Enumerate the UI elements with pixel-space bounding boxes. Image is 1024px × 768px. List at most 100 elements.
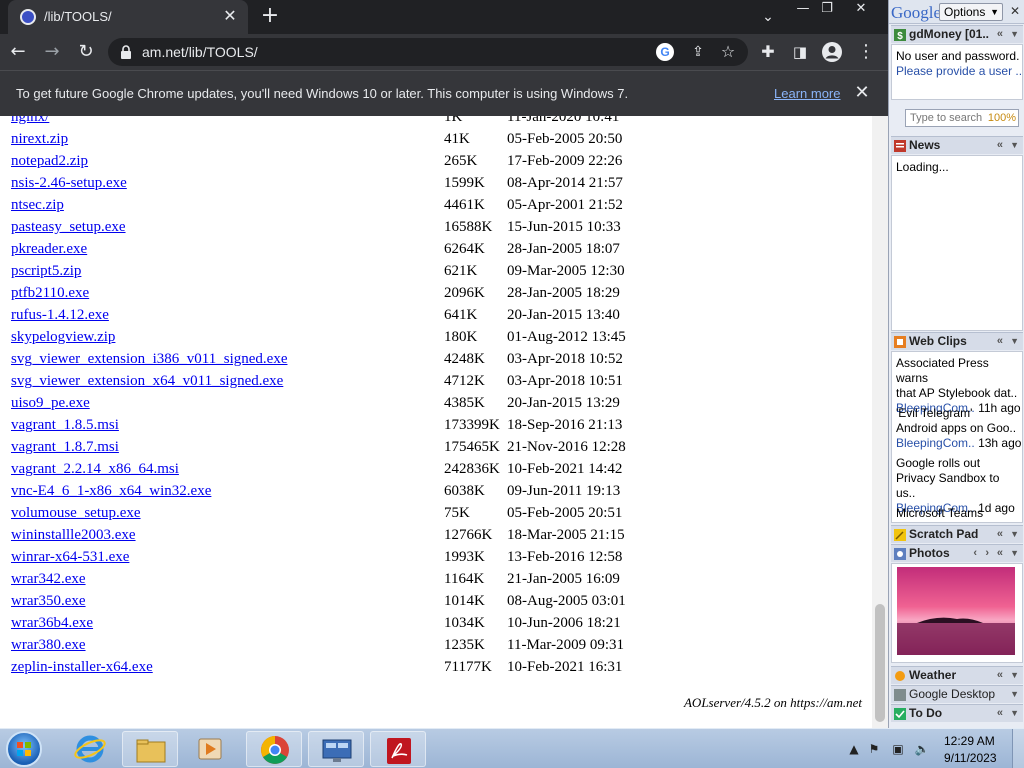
- file-date: 21-Jan-2005 16:09: [507, 571, 620, 587]
- tab-active[interactable]: /lib/TOOLS/ ✕: [8, 0, 248, 34]
- chrome-taskbar-button[interactable]: [246, 731, 302, 767]
- file-link[interactable]: svg_viewer_extension_x64_v011_signed.exe: [11, 373, 283, 390]
- sunset-photo[interactable]: [897, 567, 1015, 655]
- file-link[interactable]: winrar-x64-531.exe: [11, 549, 129, 566]
- options-label: Options: [944, 5, 986, 19]
- update-infobar: To get future Google Chrome updates, you…: [0, 70, 888, 116]
- next-photo-icon[interactable]: ›: [985, 545, 989, 562]
- side-panel-icon[interactable]: ◨: [788, 40, 812, 64]
- desktop-search-input[interactable]: Type to search 100%: [905, 109, 1019, 127]
- file-link[interactable]: wrar380.exe: [11, 637, 86, 654]
- file-link[interactable]: rufus-1.4.12.exe: [11, 307, 109, 324]
- google-desktop-gadget-title[interactable]: Google Desktop ▼: [891, 685, 1023, 703]
- file-link[interactable]: nginx/: [11, 116, 49, 126]
- collapse-chevron-icon[interactable]: «: [997, 333, 1003, 350]
- file-link[interactable]: pscript5.zip: [11, 263, 81, 280]
- sidebar-close-icon[interactable]: ✕: [1007, 3, 1023, 19]
- learn-more-link[interactable]: Learn more: [774, 86, 840, 101]
- new-tab-button[interactable]: +: [258, 4, 282, 28]
- clock-date[interactable]: 9/11/2023: [944, 751, 997, 765]
- gadget-menu-icon[interactable]: ▼: [1010, 137, 1019, 154]
- address-bar[interactable]: am.net/lib/TOOLS/ G ⇪ ☆: [108, 38, 748, 66]
- file-explorer-button[interactable]: [122, 731, 178, 767]
- gadget-menu-icon[interactable]: ▼: [1010, 705, 1019, 722]
- file-link[interactable]: svg_viewer_extension_i386_v011_signed.ex…: [11, 351, 287, 368]
- scratch-pad-gadget-title[interactable]: Scratch Pad « ▼: [891, 525, 1023, 543]
- file-link[interactable]: pkreader.exe: [11, 241, 87, 258]
- close-window-button[interactable]: ✕: [846, 0, 876, 18]
- provide-user-link[interactable]: Please provide a user ..: [896, 64, 1022, 78]
- weather-gadget-title[interactable]: Weather « ▼: [891, 666, 1023, 684]
- share-icon[interactable]: ⇪: [688, 42, 708, 62]
- tab-search-chevron-icon[interactable]: ⌄: [757, 6, 779, 28]
- page-scrollbar[interactable]: [872, 116, 888, 728]
- file-link[interactable]: notepad2.zip: [11, 153, 88, 170]
- file-link[interactable]: ntsec.zip: [11, 197, 64, 214]
- collapse-chevron-icon[interactable]: «: [997, 526, 1003, 543]
- collapse-chevron-icon[interactable]: «: [997, 667, 1003, 684]
- file-link[interactable]: nsis-2.46-setup.exe: [11, 175, 127, 192]
- forward-button[interactable]: →: [40, 40, 64, 64]
- file-link[interactable]: vnc-E4_6_1-x86_x64_win32.exe: [11, 483, 211, 500]
- gadget-menu-icon[interactable]: ▼: [1010, 26, 1019, 43]
- action-center-flag-icon[interactable]: ⚑: [866, 741, 882, 757]
- collapse-chevron-icon[interactable]: «: [997, 545, 1003, 562]
- file-link[interactable]: uiso9_pe.exe: [11, 395, 90, 412]
- google-lens-icon[interactable]: G: [656, 43, 674, 61]
- file-link[interactable]: wrar350.exe: [11, 593, 86, 610]
- extensions-puzzle-icon[interactable]: ✚: [756, 40, 780, 64]
- pdf-reader-button[interactable]: [370, 731, 426, 767]
- file-link[interactable]: wrar342.exe: [11, 571, 86, 588]
- gadget-menu-icon[interactable]: ▼: [1010, 545, 1019, 562]
- infobar-close-icon[interactable]: ✕: [852, 83, 872, 103]
- tab-close-icon[interactable]: ✕: [220, 6, 240, 26]
- file-link[interactable]: wrar36b4.exe: [11, 615, 93, 632]
- media-player-button[interactable]: [182, 731, 238, 767]
- menu-kebab-icon[interactable]: ⋮: [854, 40, 878, 64]
- todo-gadget-title[interactable]: To Do « ▼: [891, 704, 1023, 722]
- table-row: pasteasy_setup.exe 16588K 15-Jun-2015 10:3…: [0, 217, 872, 239]
- gadget-menu-icon[interactable]: ▼: [1010, 667, 1019, 684]
- network-icon[interactable]: ▣: [890, 741, 906, 757]
- file-link[interactable]: vagrant_1.8.7.msi: [11, 439, 119, 456]
- zoom-level: 100%: [987, 112, 1016, 124]
- reload-button[interactable]: ↻: [74, 40, 98, 64]
- previous-photo-icon[interactable]: ‹: [973, 545, 977, 562]
- start-button[interactable]: [6, 731, 42, 767]
- gadget-menu-icon[interactable]: ▼: [1010, 526, 1019, 543]
- scrollbar-thumb[interactable]: [875, 604, 885, 722]
- photos-gadget-title[interactable]: Photos ‹ › « ▼: [891, 544, 1023, 562]
- sidebar-header: Google Options ▼ ✕: [889, 0, 1024, 24]
- collapse-chevron-icon[interactable]: «: [997, 26, 1003, 43]
- file-link[interactable]: nirext.zip: [11, 131, 68, 148]
- news-gadget-title[interactable]: News « ▼: [891, 136, 1023, 154]
- file-link[interactable]: vagrant_2.2.14_x86_64.msi: [11, 461, 179, 478]
- web-clip-item[interactable]: Microsoft Teams: [896, 506, 1022, 521]
- web-clips-gadget-title[interactable]: Web Clips « ▼: [891, 332, 1023, 350]
- lock-icon: [121, 45, 131, 59]
- web-clip-item[interactable]: 'Evil Telegram' Android apps on Goo.. Bl…: [896, 406, 1022, 451]
- gadget-menu-icon[interactable]: ▼: [1010, 333, 1019, 350]
- collapse-chevron-icon[interactable]: «: [997, 137, 1003, 154]
- gdmoney-gadget-title[interactable]: $ gdMoney [01.. « ▼: [891, 25, 1023, 43]
- volume-muted-icon[interactable]: 🔈: [914, 741, 930, 757]
- file-link[interactable]: ptfb2110.exe: [11, 285, 89, 302]
- remote-desktop-button[interactable]: [308, 731, 364, 767]
- internet-explorer-button[interactable]: [62, 731, 118, 767]
- show-desktop-button[interactable]: [1012, 729, 1024, 768]
- file-link[interactable]: volumouse_setup.exe: [11, 505, 141, 522]
- show-hidden-icons-icon[interactable]: ▲: [846, 741, 862, 757]
- options-button[interactable]: Options ▼: [939, 3, 1003, 21]
- back-button[interactable]: ←: [6, 40, 30, 64]
- clock-time[interactable]: 12:29 AM: [944, 734, 995, 748]
- file-link[interactable]: wininstallle2003.exe: [11, 527, 136, 544]
- file-link[interactable]: pasteasy_setup.exe: [11, 219, 126, 236]
- profile-avatar-icon[interactable]: [820, 40, 844, 64]
- collapse-chevron-icon[interactable]: «: [997, 705, 1003, 722]
- file-link[interactable]: skypelogview.zip: [11, 329, 115, 346]
- file-link[interactable]: vagrant_1.8.5.msi: [11, 417, 119, 434]
- gadget-menu-icon[interactable]: ▼: [1010, 686, 1019, 703]
- file-link[interactable]: zeplin-installer-x64.exe: [11, 659, 153, 676]
- restore-button[interactable]: ❐: [812, 0, 842, 18]
- bookmark-star-icon[interactable]: ☆: [718, 42, 738, 62]
